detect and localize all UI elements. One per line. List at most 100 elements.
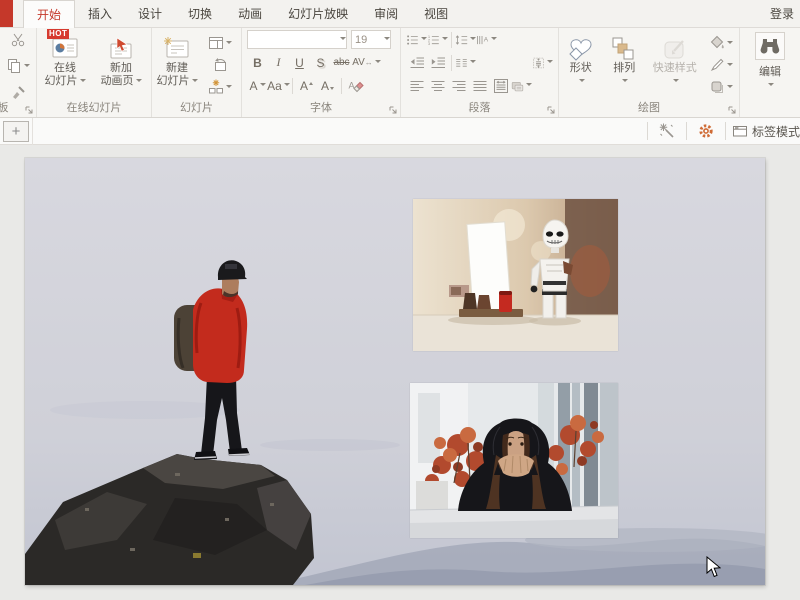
quick-styles-button[interactable]: 快速样式 bbox=[646, 28, 703, 102]
format-painter-button[interactable] bbox=[10, 84, 26, 100]
tab-slideshow[interactable]: 幻灯片放映 bbox=[275, 0, 361, 27]
chevron-down-icon bbox=[727, 63, 733, 69]
grow-font-label: A bbox=[300, 79, 308, 93]
slide[interactable] bbox=[25, 158, 765, 585]
character-spacing-button[interactable]: AV↔ bbox=[352, 53, 373, 73]
align-text-button[interactable] bbox=[532, 53, 553, 73]
chevron-down-icon bbox=[375, 60, 381, 66]
columns-button[interactable] bbox=[455, 53, 476, 73]
magic-wand-button[interactable] bbox=[654, 121, 680, 141]
align-center-button[interactable] bbox=[427, 76, 448, 96]
tab-review[interactable]: 审阅 bbox=[361, 0, 411, 27]
strikethrough-button[interactable]: abc bbox=[331, 53, 352, 73]
online-slide-button[interactable]: HOT 在线 幻灯片 bbox=[37, 28, 93, 102]
shape-fill-button[interactable] bbox=[703, 35, 739, 51]
reset-slide-button[interactable] bbox=[202, 57, 238, 73]
binoculars-icon bbox=[759, 36, 781, 56]
smartart-button[interactable] bbox=[511, 76, 532, 96]
bullets-button[interactable] bbox=[406, 30, 427, 50]
tab-insert[interactable]: 插入 bbox=[75, 0, 125, 27]
settings-gear-button[interactable] bbox=[693, 121, 719, 141]
paragraph-dialog-launcher[interactable] bbox=[547, 106, 556, 115]
shape-outline-icon bbox=[709, 57, 725, 73]
slide-background-image[interactable] bbox=[25, 158, 765, 585]
divider bbox=[647, 122, 648, 140]
magic-wand-icon bbox=[659, 123, 675, 139]
new-slide-label-line1: 新建 bbox=[166, 62, 188, 75]
font-group: 19 B I U S abc AV↔ A Aa A A bbox=[242, 28, 401, 117]
add-slide-tab-button[interactable]: + bbox=[3, 121, 29, 142]
picture-woman[interactable] bbox=[410, 383, 618, 538]
tag-mode-button[interactable]: 标签模式 bbox=[732, 123, 800, 140]
new-slide-button[interactable]: 新建 幻灯片 bbox=[152, 28, 202, 102]
slide-canvas[interactable] bbox=[0, 145, 800, 600]
font-name-combo[interactable] bbox=[247, 30, 347, 49]
columns-icon bbox=[455, 55, 468, 71]
caret-down-icon bbox=[330, 87, 334, 92]
tab-transitions[interactable]: 切换 bbox=[175, 0, 225, 27]
increase-indent-button[interactable] bbox=[427, 53, 448, 73]
font-color-button[interactable]: A bbox=[247, 76, 268, 96]
cut-button[interactable] bbox=[10, 32, 26, 48]
decrease-indent-button[interactable] bbox=[406, 53, 427, 73]
distribute-icon bbox=[493, 78, 509, 94]
clear-formatting-button[interactable] bbox=[345, 76, 366, 96]
new-slide-icon bbox=[163, 36, 191, 62]
clipboard-buttons bbox=[0, 28, 36, 102]
tab-home[interactable]: 开始 bbox=[23, 0, 75, 28]
login-button[interactable]: 登录 bbox=[764, 0, 800, 27]
chevron-down-icon bbox=[260, 83, 266, 89]
arrange-button[interactable]: 排列 bbox=[603, 28, 647, 102]
clipboard-dialog-launcher[interactable] bbox=[25, 106, 34, 115]
shrink-font-button[interactable]: A bbox=[317, 76, 338, 96]
ribbon: 剪贴板 HOT 在线 幻灯片 新加 动画页 在线幻灯片 bbox=[0, 28, 800, 118]
font-size-combo[interactable]: 19 bbox=[351, 30, 391, 49]
text-direction-button[interactable] bbox=[476, 30, 497, 50]
font-row-3: A Aa A A bbox=[242, 74, 400, 97]
window-icon bbox=[732, 123, 748, 139]
copy-button[interactable] bbox=[6, 58, 30, 74]
shape-effects-button[interactable] bbox=[703, 79, 739, 95]
line-spacing-button[interactable] bbox=[455, 30, 476, 50]
text-direction-icon bbox=[476, 32, 489, 48]
font-dialog-launcher[interactable] bbox=[389, 106, 398, 115]
drawing-group-label: 绘图 bbox=[559, 102, 739, 117]
online-slides-group: HOT 在线 幻灯片 新加 动画页 在线幻灯片 bbox=[37, 28, 152, 117]
change-case-button[interactable]: Aa bbox=[268, 76, 289, 96]
slides-group: 新建 幻灯片 幻灯片 bbox=[152, 28, 242, 117]
shape-outline-button[interactable] bbox=[703, 57, 739, 73]
chevron-down-icon bbox=[340, 37, 346, 43]
file-menu-edge[interactable] bbox=[0, 0, 13, 27]
tab-view[interactable]: 视图 bbox=[411, 0, 461, 27]
tab-design[interactable]: 设计 bbox=[125, 0, 175, 27]
align-left-button[interactable] bbox=[406, 76, 427, 96]
numbering-button[interactable] bbox=[427, 30, 448, 50]
underline-button[interactable]: U bbox=[289, 53, 310, 73]
chevron-down-icon bbox=[384, 37, 390, 43]
text-shadow-button[interactable]: S bbox=[310, 53, 331, 73]
new-animation-page-button[interactable]: 新加 动画页 bbox=[93, 28, 149, 102]
italic-button[interactable]: I bbox=[268, 53, 289, 73]
shapes-button[interactable]: 形状 bbox=[559, 28, 603, 102]
char-spacing-label: AV bbox=[352, 57, 365, 68]
new-animation-page-icon bbox=[107, 36, 135, 62]
chevron-down-icon bbox=[526, 83, 532, 89]
edit-button[interactable]: 编辑 bbox=[755, 28, 785, 89]
left-right-arrow-icon: ↔ bbox=[365, 58, 373, 67]
divider bbox=[341, 78, 342, 94]
picture-stormtrooper[interactable] bbox=[413, 199, 618, 351]
align-right-button[interactable] bbox=[448, 76, 469, 96]
distribute-button[interactable] bbox=[490, 76, 511, 96]
chevron-down-icon bbox=[622, 79, 628, 85]
bold-button[interactable]: B bbox=[247, 53, 268, 73]
stormtrooper-photo-art bbox=[413, 199, 618, 351]
chevron-down-icon bbox=[226, 85, 232, 91]
numbering-icon bbox=[427, 32, 440, 48]
new-section-button[interactable] bbox=[202, 79, 238, 95]
slide-layout-button[interactable] bbox=[202, 35, 238, 51]
justify-button[interactable] bbox=[469, 76, 490, 96]
shapes-label: 形状 bbox=[570, 62, 592, 75]
grow-font-button[interactable]: A bbox=[296, 76, 317, 96]
tab-animations[interactable]: 动画 bbox=[225, 0, 275, 27]
drawing-dialog-launcher[interactable] bbox=[728, 106, 737, 115]
